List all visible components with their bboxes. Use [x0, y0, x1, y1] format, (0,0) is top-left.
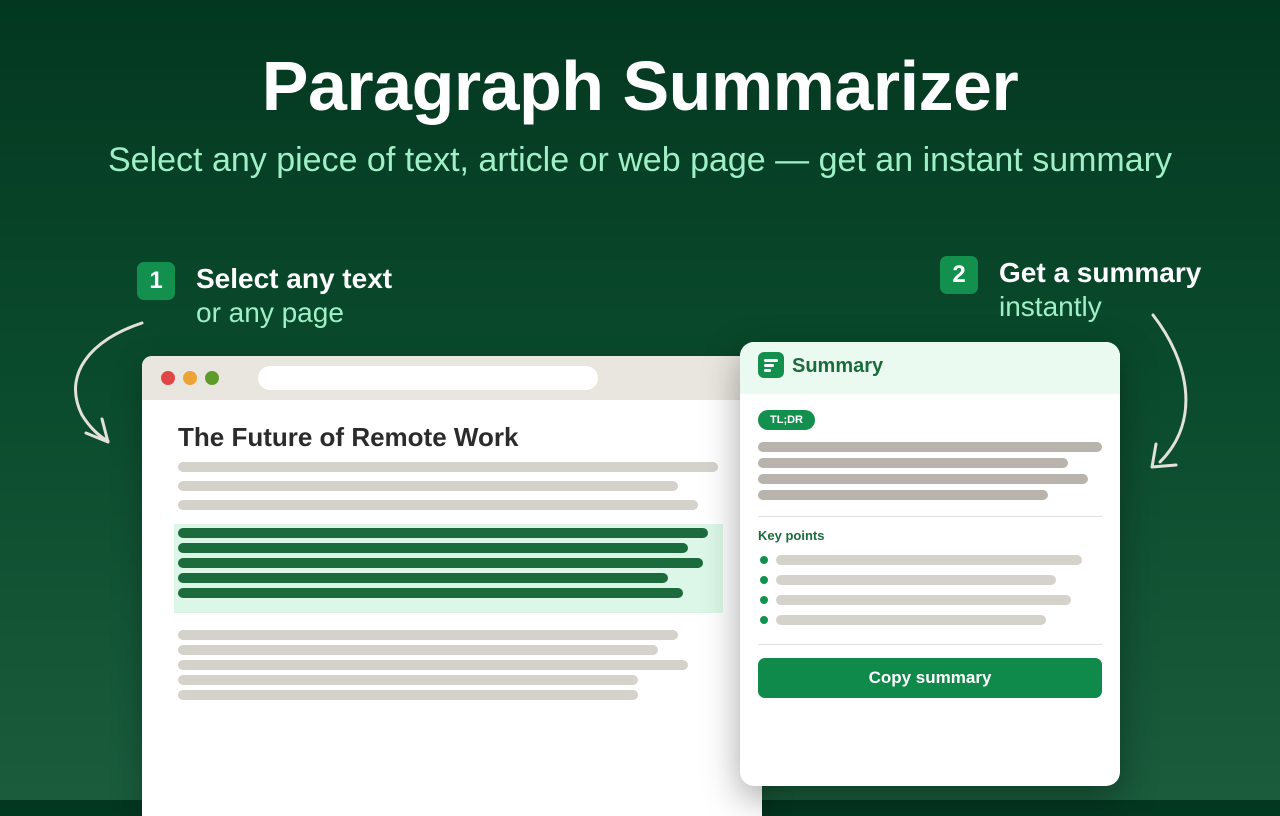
step-1: 1 Select any text or any page	[137, 262, 392, 330]
step-2-title: Get a summary	[999, 257, 1202, 288]
step-2-badge: 2	[940, 256, 978, 294]
summary-line-placeholder	[758, 474, 1088, 484]
summary-line-placeholder	[758, 458, 1068, 468]
text-line-placeholder	[178, 630, 678, 640]
bullet-icon	[760, 576, 768, 584]
text-line-placeholder	[178, 690, 638, 700]
key-point-line-placeholder	[776, 555, 1082, 565]
window-close-button[interactable]	[161, 371, 175, 385]
window-minimize-button[interactable]	[183, 371, 197, 385]
bullet-icon	[760, 556, 768, 564]
key-point-line-placeholder	[776, 575, 1056, 585]
address-bar[interactable]	[258, 366, 598, 390]
hero-title: Paragraph Summarizer	[261, 47, 1019, 125]
copy-summary-button[interactable]: Copy summary	[758, 658, 1102, 698]
summary-header: Summary	[740, 342, 1120, 394]
summary-title: Summary	[792, 355, 884, 377]
key-point-line-placeholder	[776, 595, 1071, 605]
selected-text-line	[178, 588, 683, 598]
key-points-label: Key points	[758, 528, 825, 543]
selected-text-line	[178, 528, 708, 538]
bullet-icon	[760, 596, 768, 604]
summary-panel: Summary TL;DR Key points Copy summary	[740, 342, 1120, 786]
step-1-subtitle: or any page	[196, 297, 344, 328]
curved-arrow-icon	[1150, 313, 1188, 469]
divider	[758, 644, 1102, 645]
key-point-line-placeholder	[776, 615, 1046, 625]
hero-subtitle: Select any piece of text, article or web…	[108, 141, 1172, 179]
text-line-placeholder	[178, 481, 678, 491]
tldr-badge: TL;DR	[758, 410, 815, 430]
summary-line-placeholder	[758, 442, 1102, 452]
text-line-placeholder	[178, 675, 638, 685]
selected-text-line	[178, 558, 703, 568]
selected-text-line	[178, 543, 688, 553]
selected-text-line	[178, 573, 668, 583]
text-line-placeholder	[178, 462, 718, 472]
window-maximize-button[interactable]	[205, 371, 219, 385]
browser-toolbar	[142, 356, 762, 400]
text-line-placeholder	[178, 500, 698, 510]
article-title: The Future of Remote Work	[178, 422, 519, 452]
summary-line-placeholder	[758, 490, 1048, 500]
text-line-placeholder	[178, 645, 658, 655]
step-1-title: Select any text	[196, 263, 393, 294]
summary-icon	[758, 352, 784, 378]
browser-window: The Future of Remote Work	[142, 356, 762, 816]
step-1-badge: 1	[137, 262, 175, 300]
bullet-icon	[760, 616, 768, 624]
text-line-placeholder	[178, 660, 688, 670]
divider	[758, 516, 1102, 517]
